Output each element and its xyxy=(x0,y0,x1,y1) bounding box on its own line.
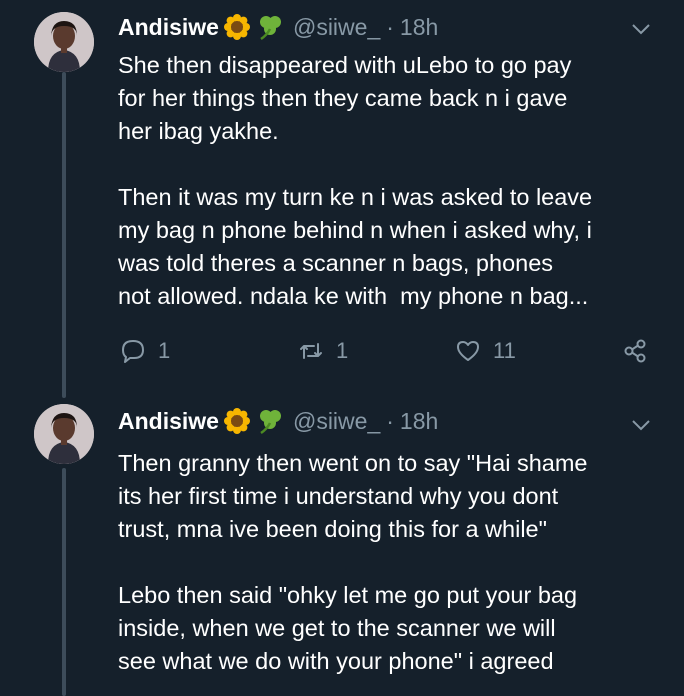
chevron-down-icon[interactable] xyxy=(630,414,652,436)
sunflower-icon xyxy=(223,13,251,41)
chevron-down-icon[interactable] xyxy=(630,18,652,40)
reply-count: 1 xyxy=(158,338,171,363)
avatar[interactable] xyxy=(34,404,94,464)
author-handle[interactable]: @siiwe_ xyxy=(293,408,380,435)
avatar-image xyxy=(34,12,94,72)
tweet-actions: 1 1 11 xyxy=(0,338,684,370)
author-name[interactable]: Andisiwe xyxy=(118,14,219,41)
tweet[interactable]: Andisiwe @siiwe_ · 1 xyxy=(0,396,684,696)
retweet-count: 1 xyxy=(336,338,349,363)
reply-button[interactable]: 1 xyxy=(120,338,170,364)
heart-icon xyxy=(457,341,479,361)
tweet-text: She then disappeared with uLebo to go pa… xyxy=(118,52,593,309)
reply-icon xyxy=(122,340,144,363)
like-count: 11 xyxy=(493,338,516,363)
sunflower-icon xyxy=(223,407,251,435)
avatar[interactable] xyxy=(34,12,94,72)
author-name[interactable]: Andisiwe xyxy=(118,408,219,435)
tweet-header: Andisiwe @siiwe_ · 18h xyxy=(118,12,438,42)
tweet[interactable]: Andisiwe @siiwe_ · 1 xyxy=(0,0,684,398)
avatar-image xyxy=(34,404,94,464)
shamrock-icon xyxy=(255,407,285,435)
timestamp[interactable]: 18h xyxy=(400,14,438,41)
retweet-icon xyxy=(300,343,322,359)
tweet-header: Andisiwe @siiwe_ · 18h xyxy=(118,406,438,436)
separator-dot: · xyxy=(386,407,394,434)
author-handle[interactable]: @siiwe_ xyxy=(293,14,380,41)
share-button[interactable] xyxy=(622,338,648,364)
like-button[interactable]: 11 xyxy=(455,338,516,364)
shamrock-icon xyxy=(255,13,285,41)
timestamp[interactable]: 18h xyxy=(400,408,438,435)
retweet-button[interactable]: 1 xyxy=(298,338,348,364)
tweet-text: Then granny then went on to say "Hai sha… xyxy=(118,450,588,674)
share-icon xyxy=(624,339,646,363)
separator-dot: · xyxy=(386,13,394,40)
thread-line xyxy=(62,468,66,696)
